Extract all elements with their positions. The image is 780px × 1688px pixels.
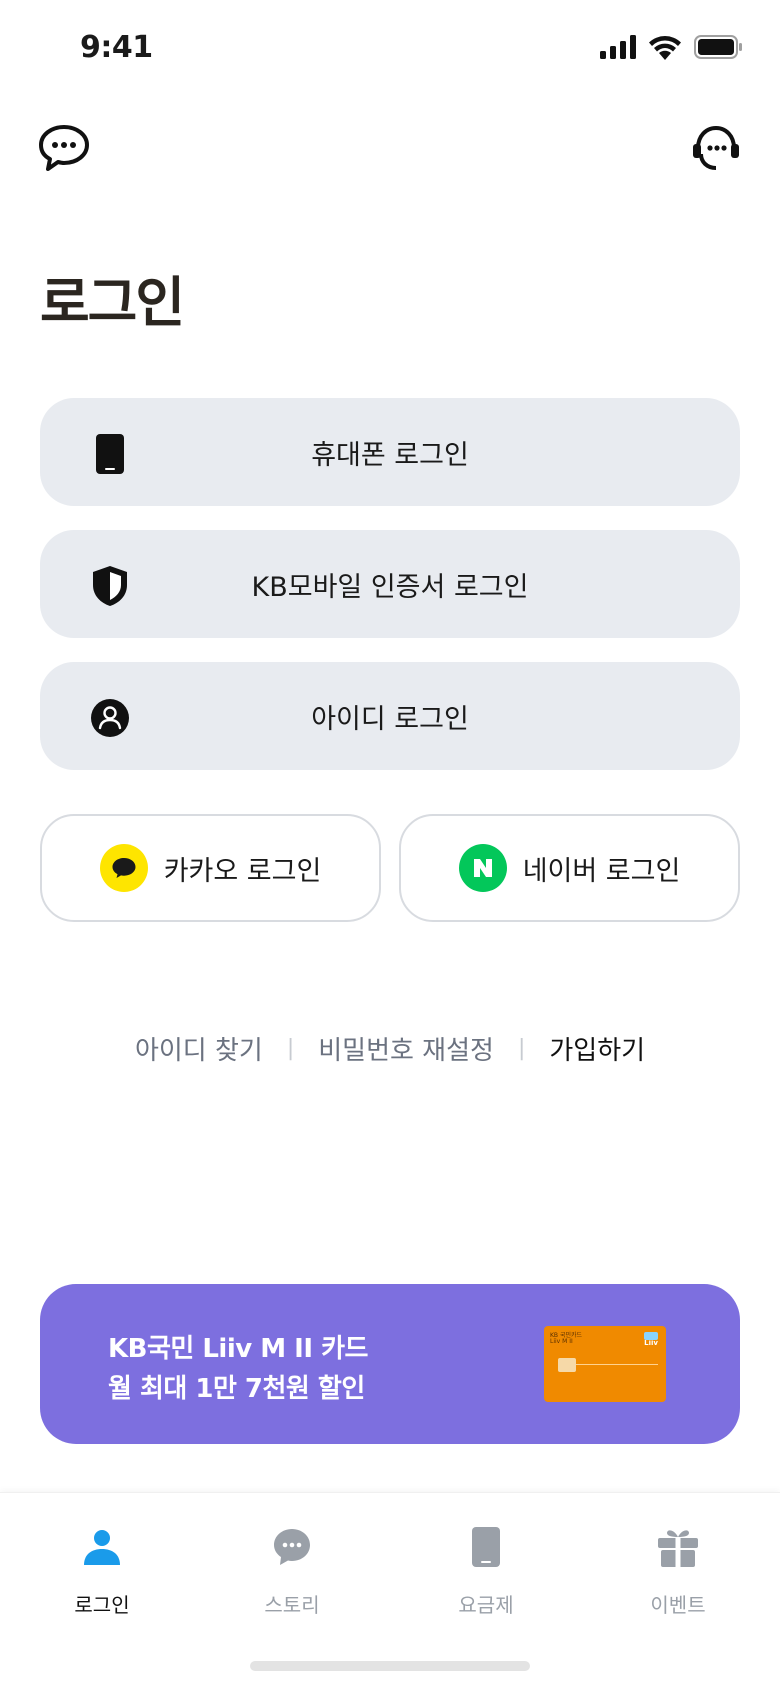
status-icons: [600, 34, 742, 60]
promo-banner[interactable]: KB국민 Liiv M II 카드 월 최대 1만 7천원 할인 KB 국민카드…: [40, 1284, 740, 1444]
status-time: 9:41: [80, 30, 153, 65]
card-badge: [644, 1332, 658, 1340]
credit-card-image: KB 국민카드 Liiv M II Liiv: [544, 1326, 666, 1402]
banner-subtitle: 월 최대 1만 7천원 할인: [108, 1374, 365, 1404]
reset-password-link[interactable]: 비밀번호 재설정: [318, 1030, 494, 1067]
battery-icon: [694, 35, 742, 59]
tab-events[interactable]: 이벤트: [618, 1523, 738, 1633]
card-chip: [558, 1358, 576, 1372]
customer-support-icon[interactable]: [686, 118, 746, 178]
tab-label: 로그인: [74, 1593, 130, 1617]
kakao-icon: [99, 844, 148, 892]
divider: |: [286, 1036, 295, 1061]
find-id-link[interactable]: 아이디 찾기: [135, 1030, 263, 1067]
signup-link[interactable]: 가입하기: [549, 1030, 645, 1067]
chat-icon[interactable]: [34, 118, 94, 178]
tab-label: 요금제: [458, 1593, 514, 1617]
kb-certificate-login-button[interactable]: KB모바일 인증서 로그인: [40, 530, 740, 638]
kb-certificate-login-label: KB모바일 인증서 로그인: [251, 571, 529, 603]
gift-icon: [654, 1523, 702, 1571]
id-login-label: 아이디 로그인: [311, 703, 469, 735]
naver-login-label: 네이버 로그인: [522, 855, 681, 887]
phone-login-label: 휴대폰 로그인: [311, 439, 469, 471]
divider: |: [517, 1036, 526, 1061]
tab-label: 이벤트: [650, 1593, 706, 1617]
card-name-text: Liiv M II: [550, 1338, 573, 1345]
banner-title: KB국민 Liiv M II 카드: [108, 1334, 368, 1364]
card-logo-text: Liiv: [644, 1339, 658, 1347]
phone-icon: [462, 1523, 510, 1571]
signal-icon: [600, 35, 636, 59]
tab-label: 스토리: [264, 1593, 320, 1617]
bottom-tab-bar: 로그인 스토리 요금제 이벤트: [0, 1492, 780, 1688]
card-line: [576, 1364, 658, 1365]
tab-plans[interactable]: 요금제: [426, 1523, 546, 1633]
status-bar: 9:41: [0, 0, 780, 100]
kakao-login-button[interactable]: 카카오 로그인: [40, 814, 381, 922]
home-indicator: [250, 1661, 530, 1671]
chat-bubble-icon: [268, 1523, 316, 1571]
page-title: 로그인: [40, 271, 185, 334]
tab-story[interactable]: 스토리: [232, 1523, 352, 1633]
naver-icon: [458, 844, 507, 892]
phone-login-button[interactable]: 휴대폰 로그인: [40, 398, 740, 506]
tab-login[interactable]: 로그인: [42, 1523, 162, 1633]
kakao-login-label: 카카오 로그인: [163, 855, 322, 887]
top-bar: [0, 118, 780, 178]
person-icon: [78, 1523, 126, 1571]
id-login-button[interactable]: 아이디 로그인: [40, 662, 740, 770]
wifi-icon: [649, 36, 681, 60]
naver-login-button[interactable]: 네이버 로그인: [399, 814, 740, 922]
account-links: 아이디 찾기 | 비밀번호 재설정 | 가입하기: [0, 1030, 780, 1067]
